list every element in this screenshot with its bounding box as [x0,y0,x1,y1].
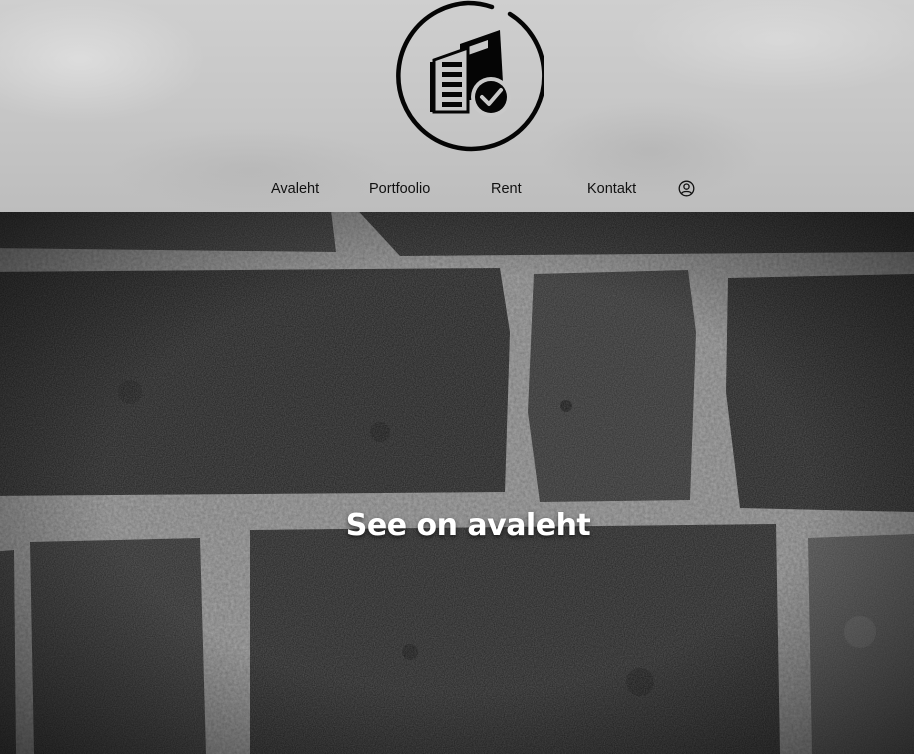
hero-title: See on avaleht [345,508,591,543]
main-nav: Avaleht Portfoolio Rent Kontakt [0,178,914,202]
nav-item-kontakt[interactable]: Kontakt [587,178,636,200]
nav-item-avaleht[interactable]: Avaleht [271,178,319,200]
site-header: Avaleht Portfoolio Rent Kontakt [0,0,914,212]
brick-wall-background [0,212,914,754]
nav-item-portfoolio[interactable]: Portfoolio [369,178,430,200]
nav-item-rent[interactable]: Rent [491,178,522,200]
building-check-logo-icon[interactable] [392,0,544,152]
hero-section: See on avaleht [0,212,914,754]
user-circle-icon[interactable] [678,180,695,197]
page: Avaleht Portfoolio Rent Kontakt See on a… [0,0,914,754]
